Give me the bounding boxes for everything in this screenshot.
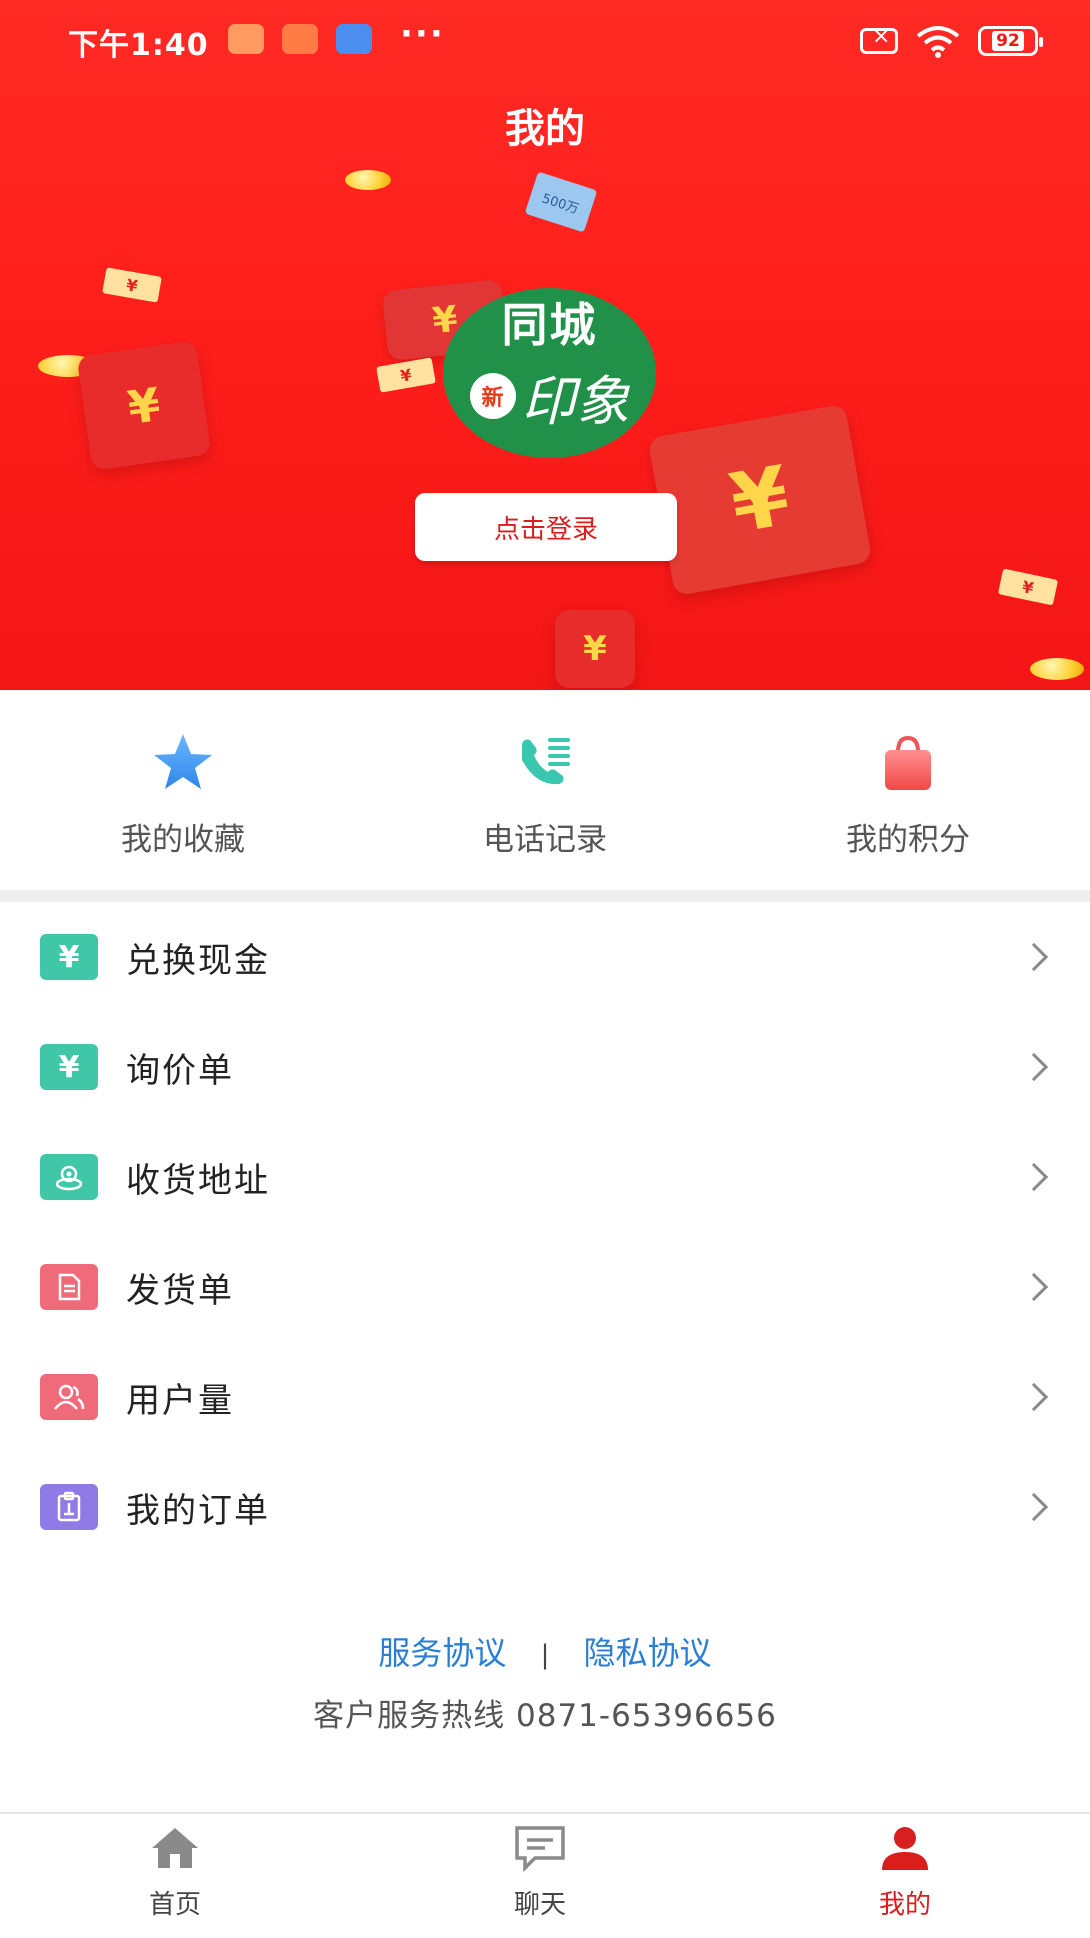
logo-badge: 新 <box>469 373 516 419</box>
customer-service-hotline[interactable]: 客户服务热线 0871-65396656 <box>0 1690 1090 1735</box>
nav-home[interactable]: 首页 <box>75 1824 275 1921</box>
menu-item-inquiry[interactable]: ¥ 询价单 <box>0 1012 1090 1122</box>
menu-item-users[interactable]: 用户量 <box>0 1342 1090 1452</box>
quick-actions: 我的收藏 电话记录 我的积分 <box>0 690 1090 890</box>
coin-decoration <box>1030 658 1084 680</box>
chevron-right-icon <box>1019 942 1049 972</box>
chevron-right-icon <box>1019 1492 1049 1522</box>
logo-title: 同城 <box>501 297 598 352</box>
yen-icon: ¥ <box>40 934 98 980</box>
red-envelope-decoration: ¥ <box>997 568 1059 606</box>
more-notifications-icon: ··· <box>400 14 445 54</box>
menu-item-redeem-cash[interactable]: ¥ 兑换现金 <box>0 902 1090 1012</box>
banknote-decoration: 500万 <box>524 171 598 233</box>
nav-chat[interactable]: 聊天 <box>440 1824 640 1921</box>
chevron-right-icon <box>1019 1162 1049 1192</box>
notification-app-icon <box>336 24 372 54</box>
red-envelope-decoration: ¥ <box>555 610 635 688</box>
clipboard-icon <box>40 1484 98 1530</box>
phone-log-icon <box>522 738 570 785</box>
user-icon <box>882 1827 928 1870</box>
chevron-right-icon <box>1019 1052 1049 1082</box>
menu-item-address[interactable]: 收货地址 <box>0 1122 1090 1232</box>
logo-script: 印象 <box>521 369 630 433</box>
menu-item-orders[interactable]: 我的订单 <box>0 1452 1090 1562</box>
shopping-bag-icon <box>885 735 931 790</box>
privacy-agreement-link[interactable]: 隐私协议 <box>584 1634 712 1672</box>
users-icon <box>40 1374 98 1420</box>
quick-action-label: 电话记录 <box>483 822 607 858</box>
bottom-nav: 首页 聊天 我的 <box>0 1812 1090 1938</box>
page-title: 我的 <box>505 106 585 152</box>
red-envelope-decoration: ¥ <box>102 267 162 303</box>
battery-icon: 92 <box>978 26 1043 56</box>
status-bar: 下午1:40 ··· 92 <box>0 0 1090 80</box>
red-envelope-decoration: ¥ <box>76 340 212 471</box>
nav-label: 我的 <box>878 1890 931 1920</box>
battery-level: 92 <box>992 31 1024 51</box>
section-divider <box>0 890 1090 902</box>
quick-action-favorites[interactable]: 我的收藏 <box>53 730 313 859</box>
home-icon <box>152 1828 198 1868</box>
login-button[interactable]: 点击登录 <box>415 493 677 561</box>
quick-action-call-log[interactable]: 电话记录 <box>415 730 675 859</box>
menu-item-label: 发货单 <box>126 1270 234 1311</box>
profile-header: 下午1:40 ··· 92 我的 500万 ¥ ¥ ¥ ¥ ¥ ¥ ¥ 同城 新… <box>0 0 1090 690</box>
status-time: 下午1:40 <box>68 28 209 63</box>
coin-decoration <box>345 170 391 190</box>
menu-item-shipping[interactable]: 发货单 <box>0 1232 1090 1342</box>
notification-app-icon <box>282 24 318 54</box>
chat-icon <box>515 1826 565 1873</box>
menu-item-label: 询价单 <box>126 1050 234 1091</box>
service-agreement-link[interactable]: 服务协议 <box>378 1634 506 1672</box>
agreement-links: 服务协议 | 隐私协议 <box>0 1628 1090 1674</box>
quick-action-points[interactable]: 我的积分 <box>778 730 1038 859</box>
yen-icon: ¥ <box>40 1044 98 1090</box>
nav-profile[interactable]: 我的 <box>805 1824 1005 1921</box>
red-envelope-decoration: ¥ <box>647 403 873 597</box>
location-icon <box>40 1154 98 1200</box>
quick-action-label: 我的收藏 <box>121 822 245 858</box>
quick-action-label: 我的积分 <box>846 822 970 858</box>
link-separator: | <box>540 1640 550 1670</box>
chevron-right-icon <box>1019 1272 1049 1302</box>
no-sim-icon <box>860 24 898 54</box>
menu-item-label: 兑换现金 <box>126 940 270 981</box>
menu-list: ¥ 兑换现金 ¥ 询价单 收货地址 发货单 用户量 我的订单 <box>0 902 1090 1562</box>
nav-label: 首页 <box>148 1890 201 1920</box>
wifi-icon <box>916 26 960 58</box>
notification-app-icon <box>228 24 264 54</box>
menu-item-label: 收货地址 <box>126 1160 270 1201</box>
document-icon <box>40 1264 98 1310</box>
nav-label: 聊天 <box>513 1890 566 1920</box>
chevron-right-icon <box>1019 1382 1049 1412</box>
menu-item-label: 我的订单 <box>126 1490 270 1531</box>
star-icon <box>154 734 212 789</box>
menu-item-label: 用户量 <box>126 1380 234 1421</box>
app-logo: 同城 新 印象 <box>443 288 656 458</box>
red-envelope-decoration: ¥ <box>376 357 436 393</box>
